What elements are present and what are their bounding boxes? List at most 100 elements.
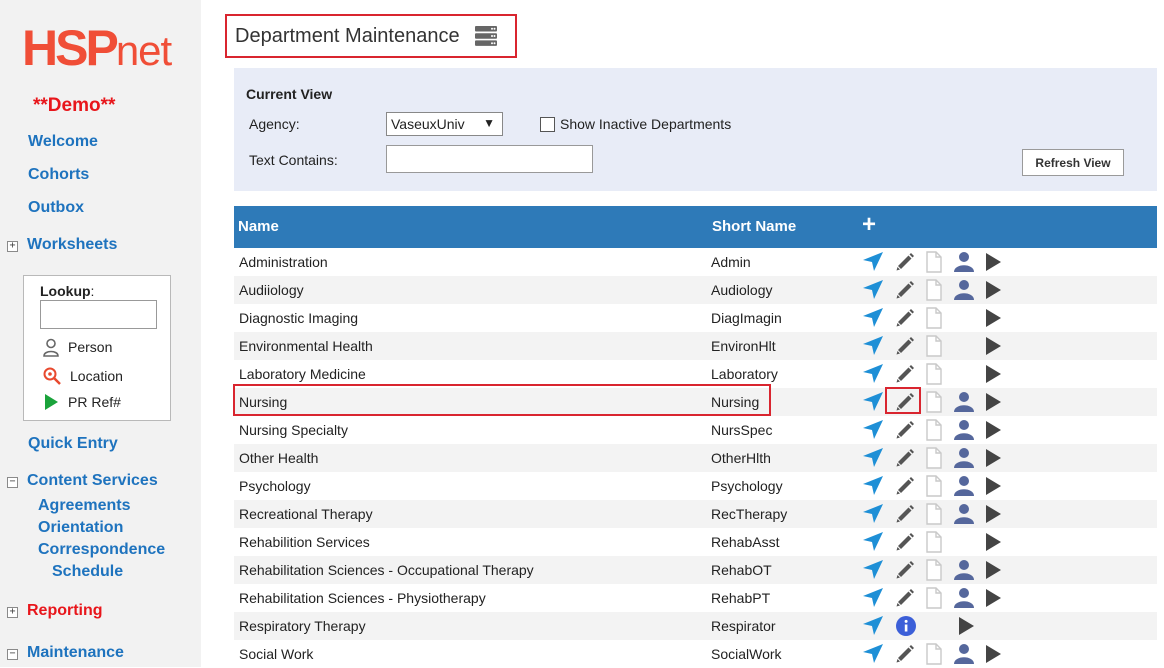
document-icon[interactable]	[922, 475, 946, 497]
refresh-view-button[interactable]: Refresh View	[1022, 149, 1124, 176]
navigate-arrow-icon[interactable]	[861, 503, 885, 525]
person-icon[interactable]	[952, 279, 976, 301]
table-row[interactable]: Rehabilitation Sciences - Physiotherapy R…	[234, 584, 1157, 612]
document-icon[interactable]	[922, 335, 946, 357]
text-contains-input[interactable]	[386, 145, 593, 173]
edit-pencil-icon[interactable]	[893, 475, 917, 497]
play-icon[interactable]	[954, 615, 978, 637]
edit-pencil-icon[interactable]	[893, 279, 917, 301]
nav-maintenance[interactable]: Maintenance	[27, 644, 124, 662]
navigate-arrow-icon[interactable]	[861, 251, 885, 273]
column-header-short-name[interactable]: Short Name	[712, 218, 796, 235]
document-icon[interactable]	[922, 503, 946, 525]
table-row[interactable]: Nursing Specialty NursSpec	[234, 416, 1157, 444]
document-icon[interactable]	[922, 559, 946, 581]
person-icon[interactable]	[952, 251, 976, 273]
document-icon[interactable]	[922, 391, 946, 413]
navigate-arrow-icon[interactable]	[861, 559, 885, 581]
nav-reporting[interactable]: Reporting	[27, 602, 103, 620]
navigate-arrow-icon[interactable]	[861, 279, 885, 301]
document-icon[interactable]	[922, 587, 946, 609]
show-inactive-label[interactable]: Show Inactive Departments	[560, 116, 731, 132]
navigate-arrow-icon[interactable]	[861, 587, 885, 609]
collapse-maintenance-toggle[interactable]: −	[7, 649, 18, 660]
play-icon[interactable]	[981, 447, 1005, 469]
table-row[interactable]: Social Work SocialWork	[234, 640, 1157, 668]
table-row[interactable]: Audiiology Audiology	[234, 276, 1157, 304]
table-row[interactable]: Psychology Psychology	[234, 472, 1157, 500]
nav-correspondence[interactable]: Correspondence	[38, 541, 165, 559]
lookup-input[interactable]	[40, 300, 157, 329]
navigate-arrow-icon[interactable]	[861, 475, 885, 497]
navigate-arrow-icon[interactable]	[861, 615, 885, 637]
nav-welcome[interactable]: Welcome	[28, 133, 98, 151]
table-row[interactable]: Rehabilitation Sciences - Occupational T…	[234, 556, 1157, 584]
play-icon[interactable]	[981, 251, 1005, 273]
person-icon[interactable]	[952, 643, 976, 665]
edit-pencil-icon[interactable]	[893, 559, 917, 581]
nav-outbox[interactable]: Outbox	[28, 199, 84, 217]
play-icon[interactable]	[981, 279, 1005, 301]
person-icon[interactable]	[952, 475, 976, 497]
document-icon[interactable]	[922, 643, 946, 665]
lookup-prref-option[interactable]: PR Ref#	[42, 392, 121, 412]
play-icon[interactable]	[981, 531, 1005, 553]
nav-cohorts[interactable]: Cohorts	[28, 166, 89, 184]
edit-pencil-icon[interactable]	[893, 419, 917, 441]
document-icon[interactable]	[922, 363, 946, 385]
edit-pencil-icon[interactable]	[893, 363, 917, 385]
nav-orientation[interactable]: Orientation	[38, 519, 123, 537]
column-header-name[interactable]: Name	[238, 218, 279, 235]
nav-worksheets[interactable]: Worksheets	[27, 236, 117, 254]
edit-pencil-icon[interactable]	[893, 307, 917, 329]
nav-agreements[interactable]: Agreements	[38, 497, 130, 515]
edit-pencil-icon[interactable]	[893, 643, 917, 665]
navigate-arrow-icon[interactable]	[861, 391, 885, 413]
document-icon[interactable]	[922, 447, 946, 469]
hspnet-logo[interactable]: HSPnet	[22, 22, 182, 74]
play-icon[interactable]	[981, 419, 1005, 441]
lookup-location-option[interactable]: Location	[42, 366, 123, 386]
expand-reporting-toggle[interactable]: +	[7, 607, 18, 618]
document-icon[interactable]	[922, 279, 946, 301]
person-icon[interactable]	[952, 587, 976, 609]
navigate-arrow-icon[interactable]	[861, 531, 885, 553]
play-icon[interactable]	[981, 391, 1005, 413]
info-icon[interactable]	[894, 615, 918, 637]
nav-schedule[interactable]: Schedule	[52, 563, 123, 581]
document-icon[interactable]	[922, 307, 946, 329]
play-icon[interactable]	[981, 307, 1005, 329]
nav-quick-entry[interactable]: Quick Entry	[28, 435, 118, 453]
edit-pencil-icon[interactable]	[893, 447, 917, 469]
edit-pencil-icon[interactable]	[893, 587, 917, 609]
edit-pencil-icon[interactable]	[893, 335, 917, 357]
table-row[interactable]: Administration Admin	[234, 248, 1157, 276]
agency-select[interactable]: VaseuxUniv ▼	[386, 112, 503, 136]
table-row[interactable]: Environmental Health EnvironHlt	[234, 332, 1157, 360]
play-icon[interactable]	[981, 503, 1005, 525]
navigate-arrow-icon[interactable]	[861, 307, 885, 329]
edit-pencil-icon[interactable]	[893, 531, 917, 553]
navigate-arrow-icon[interactable]	[861, 419, 885, 441]
lookup-person-option[interactable]: Person	[42, 337, 112, 357]
document-icon[interactable]	[922, 531, 946, 553]
document-icon[interactable]	[922, 251, 946, 273]
table-row[interactable]: Diagnostic Imaging DiagImagin	[234, 304, 1157, 332]
table-row[interactable]: Other Health OtherHlth	[234, 444, 1157, 472]
table-row[interactable]: Respiratory Therapy Respirator	[234, 612, 1157, 640]
play-icon[interactable]	[981, 559, 1005, 581]
person-icon[interactable]	[952, 391, 976, 413]
play-icon[interactable]	[981, 335, 1005, 357]
play-icon[interactable]	[981, 643, 1005, 665]
document-icon[interactable]	[922, 419, 946, 441]
show-inactive-checkbox[interactable]	[540, 117, 555, 132]
play-icon[interactable]	[981, 363, 1005, 385]
navigate-arrow-icon[interactable]	[861, 643, 885, 665]
navigate-arrow-icon[interactable]	[861, 447, 885, 469]
play-icon[interactable]	[981, 587, 1005, 609]
navigate-arrow-icon[interactable]	[861, 335, 885, 357]
table-row[interactable]: Recreational Therapy RecTherapy	[234, 500, 1157, 528]
navigate-arrow-icon[interactable]	[861, 363, 885, 385]
expand-worksheets-toggle[interactable]: +	[7, 241, 18, 252]
person-icon[interactable]	[952, 503, 976, 525]
